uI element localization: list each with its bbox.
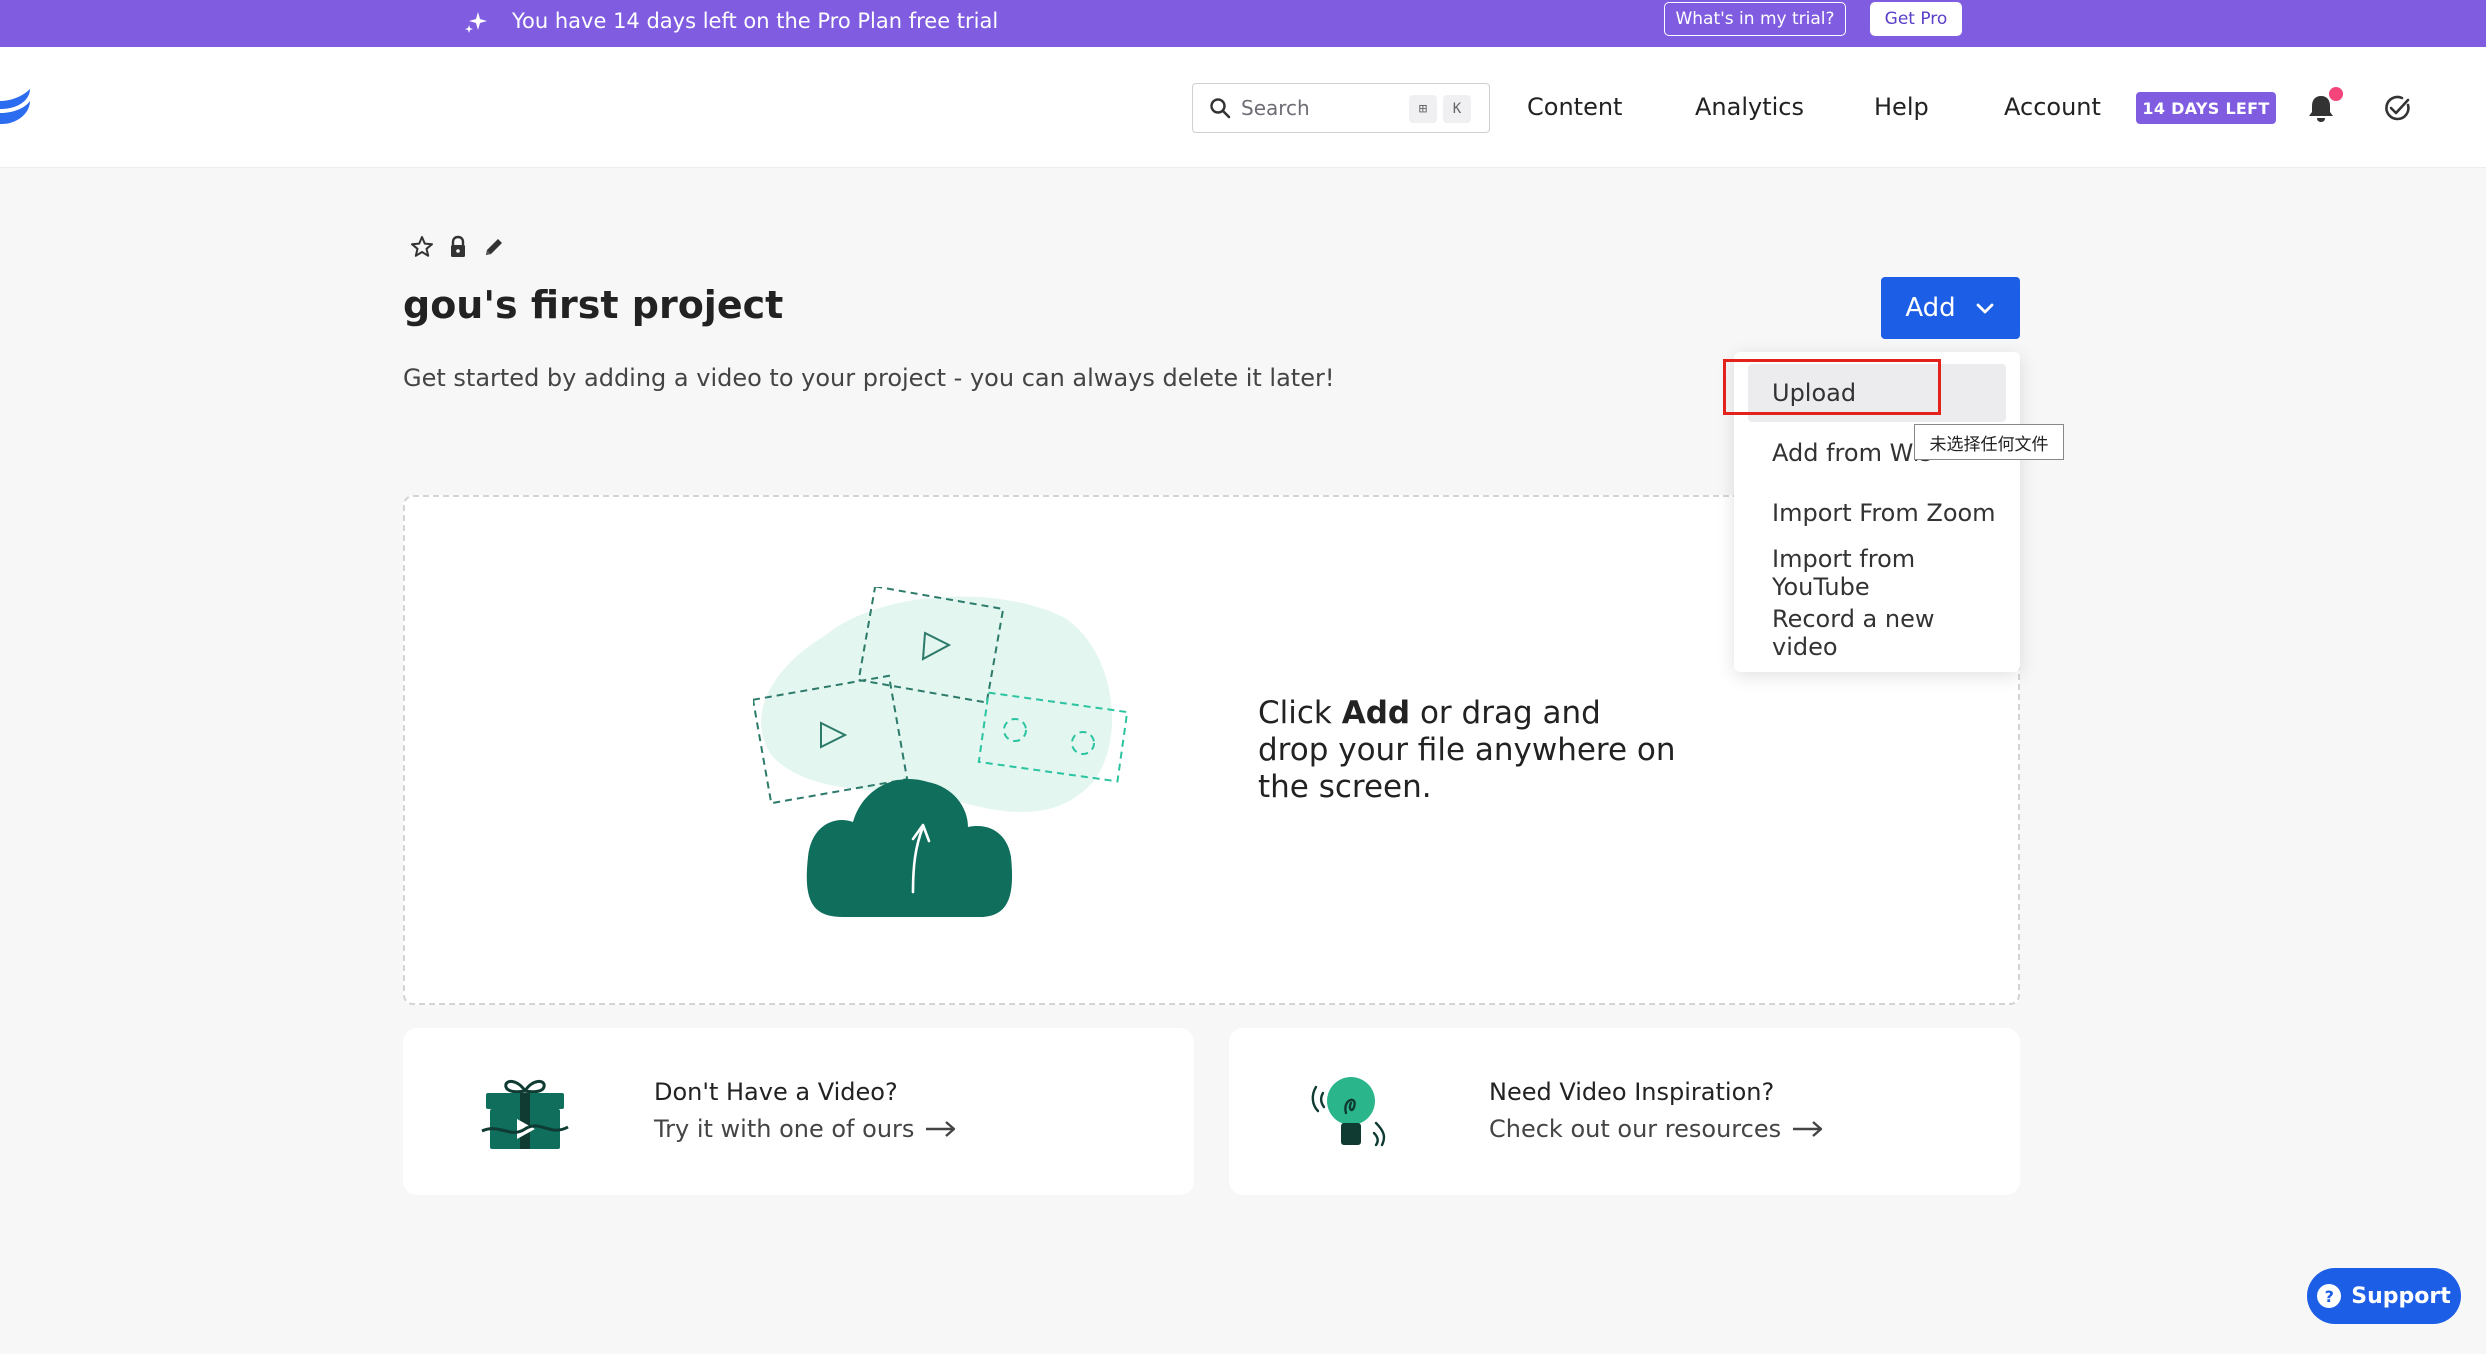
dropzone-instructions: Click Add or drag and drop your file any… — [1258, 695, 1678, 806]
nav-content[interactable]: Content — [1527, 93, 1622, 121]
upload-illustration — [753, 587, 1129, 917]
get-pro-button[interactable]: Get Pro — [1870, 2, 1962, 36]
shortcut-key-k: K — [1443, 95, 1471, 123]
sample-video-card[interactable]: Don't Have a Video? Try it with one of o… — [403, 1028, 1194, 1195]
project-subtitle: Get started by adding a video to your pr… — [403, 364, 1335, 392]
days-left-badge[interactable]: 14 DAYS LEFT — [2136, 92, 2276, 124]
search-icon — [1210, 98, 1231, 119]
pencil-icon[interactable] — [480, 233, 508, 261]
whats-in-my-trial-button[interactable]: What's in my trial? — [1664, 2, 1846, 36]
menu-item-import-youtube[interactable]: Import from YouTube — [1748, 544, 2006, 602]
sample-video-link-label: Try it with one of ours — [654, 1115, 915, 1143]
arrow-right-icon — [926, 1121, 956, 1137]
menu-item-import-zoom[interactable]: Import From Zoom — [1748, 484, 2006, 542]
add-button[interactable]: Add — [1881, 277, 2020, 339]
inspiration-title: Need Video Inspiration? — [1489, 1078, 1775, 1106]
notification-dot — [2329, 87, 2343, 101]
support-button[interactable]: ? Support — [2307, 1268, 2461, 1324]
sparkle-icon — [465, 12, 487, 33]
project-title: gou's first project — [403, 283, 784, 327]
check-circle-icon[interactable] — [2382, 93, 2412, 123]
chevron-down-icon — [1976, 303, 1994, 314]
gift-video-icon — [481, 1080, 569, 1149]
top-nav: ⊞ K Content Analytics Help Account 14 DA… — [0, 47, 2486, 168]
dropzone-text-before: Click — [1258, 695, 1342, 731]
lightbulb-icon — [1311, 1077, 1386, 1147]
nav-help[interactable]: Help — [1874, 93, 1929, 121]
nav-account[interactable]: Account — [2004, 93, 2101, 121]
nav-analytics[interactable]: Analytics — [1695, 93, 1804, 121]
trial-message: You have 14 days left on the Pro Plan fr… — [512, 9, 999, 33]
logo-icon[interactable] — [0, 87, 32, 129]
arrow-right-icon — [1793, 1121, 1823, 1137]
sample-video-title: Don't Have a Video? — [654, 1078, 898, 1106]
lock-icon[interactable] — [444, 233, 472, 261]
inspiration-link-label: Check out our resources — [1489, 1115, 1782, 1143]
dropzone-text-bold: Add — [1341, 695, 1411, 731]
search-input[interactable] — [1241, 94, 1391, 122]
inspiration-link[interactable]: Check out our resources — [1489, 1115, 1825, 1143]
inspiration-card[interactable]: Need Video Inspiration? Check out our re… — [1229, 1028, 2020, 1195]
shortcut-key-win: ⊞ — [1409, 95, 1437, 123]
add-button-label: Add — [1905, 293, 1956, 323]
upload-highlight-box — [1723, 359, 1941, 415]
support-label: Support — [2351, 1283, 2451, 1309]
file-input-tooltip: 未选择任何文件 — [1914, 424, 2064, 460]
sample-video-link[interactable]: Try it with one of ours — [654, 1115, 958, 1143]
help-icon: ? — [2317, 1284, 2342, 1308]
trial-banner: You have 14 days left on the Pro Plan fr… — [0, 0, 2486, 47]
search-box[interactable]: ⊞ K — [1192, 83, 1490, 133]
menu-item-record-video[interactable]: Record a new video — [1748, 604, 2006, 662]
star-icon[interactable] — [408, 233, 436, 261]
